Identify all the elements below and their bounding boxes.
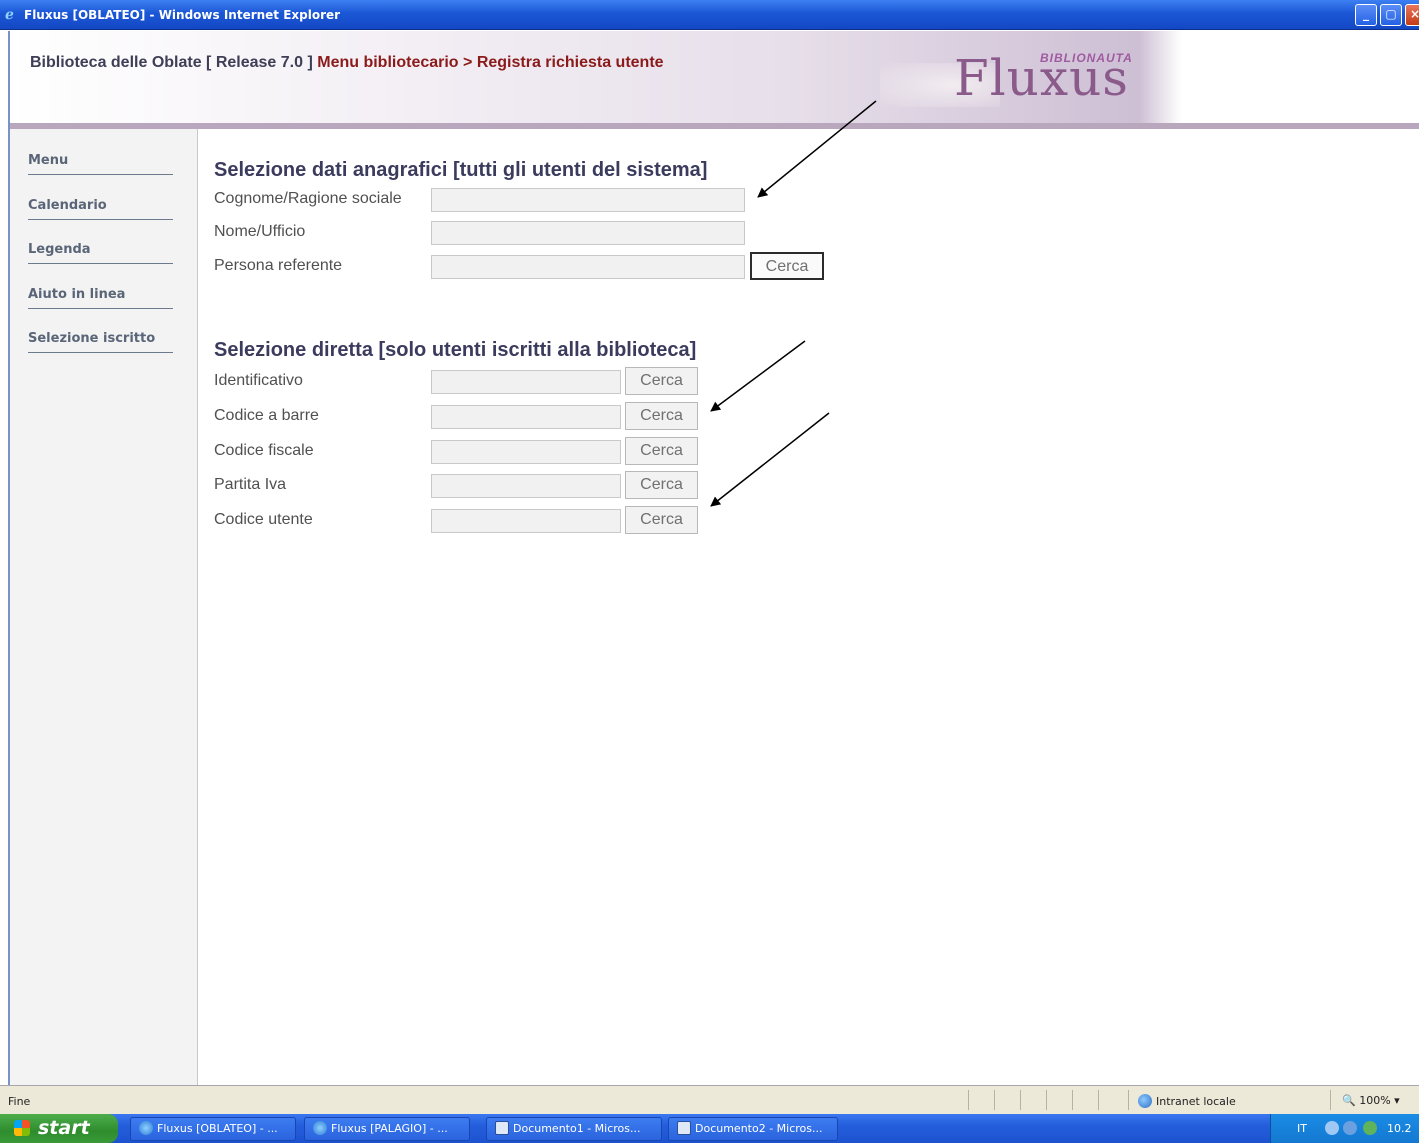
identificativo-input[interactable] — [431, 370, 621, 394]
status-separator — [994, 1090, 995, 1110]
cerca-partita-iva-button[interactable]: Cerca — [625, 471, 698, 499]
status-separator — [1072, 1090, 1073, 1110]
browser-viewport: Biblioteca delle Oblate [ Release 7.0 ] … — [8, 31, 1419, 1085]
security-zone[interactable]: Intranet locale — [1138, 1094, 1236, 1108]
cerca-anagrafica-button[interactable]: Cerca — [750, 252, 824, 280]
diretta-title: Selezione diretta [solo utenti iscritti … — [214, 339, 697, 361]
cerca-codice-fiscale-button[interactable]: Cerca — [625, 437, 698, 465]
windows-logo-icon — [14, 1120, 30, 1136]
sidebar-item-legenda[interactable]: Legenda — [28, 242, 173, 264]
word-icon — [495, 1121, 509, 1135]
clock: 10.2 — [1387, 1122, 1412, 1135]
codice-fiscale-input[interactable] — [431, 440, 621, 464]
sidebar: Menu Calendario Legenda Aiuto in linea S… — [10, 129, 198, 1085]
fluxus-logo: Fluxus BIBLIONAUTA — [880, 41, 1170, 119]
tray-app-icon[interactable] — [1363, 1121, 1377, 1135]
nome-label: Nome/Ufficio — [214, 223, 306, 240]
sidebar-item-aiuto[interactable]: Aiuto in linea — [28, 287, 173, 309]
logo-tagline: BIBLIONAUTA — [1040, 51, 1133, 65]
referente-input[interactable] — [431, 255, 745, 279]
sidebar-item-menu[interactable]: Menu — [28, 153, 173, 175]
taskbar-button-oblateo[interactable]: Fluxus [OBLATEO] - ... — [130, 1117, 296, 1141]
referente-label: Persona referente — [214, 257, 343, 274]
breadcrumb: Biblioteca delle Oblate [ Release 7.0 ] … — [30, 54, 664, 72]
minimize-button[interactable]: _ — [1355, 4, 1377, 26]
library-title: Biblioteca delle Oblate [ Release 7.0 ] — [30, 54, 313, 71]
partita-iva-input[interactable] — [431, 474, 621, 498]
chevron-down-icon: ▾ — [1394, 1094, 1400, 1107]
taskbar-button-palagio[interactable]: Fluxus [PALAGIO] - ... — [304, 1117, 470, 1141]
taskbar: start Fluxus [OBLATEO] - ... Fluxus [PAL… — [0, 1114, 1419, 1143]
codice-barre-label: Codice a barre — [214, 407, 319, 424]
system-tray: IT 10.2 — [1270, 1114, 1419, 1143]
ie-icon: ℯ — [5, 7, 14, 23]
magnifier-icon: 🔍 — [1342, 1094, 1356, 1107]
codice-barre-input[interactable] — [431, 405, 621, 429]
status-separator — [1046, 1090, 1047, 1110]
partita-iva-label: Partita Iva — [214, 476, 287, 493]
page-header: Biblioteca delle Oblate [ Release 7.0 ] … — [10, 31, 1419, 129]
cognome-input[interactable] — [431, 188, 745, 212]
cerca-codice-utente-button[interactable]: Cerca — [625, 506, 698, 534]
cognome-label: Cognome/Ragione sociale — [214, 190, 402, 207]
sidebar-item-calendario[interactable]: Calendario — [28, 198, 173, 220]
status-bar: Fine Intranet locale 🔍 100% ▾ — [0, 1085, 1419, 1114]
anagrafica-title: Selezione dati anagrafici [tutti gli ute… — [214, 159, 708, 181]
restore-button[interactable]: ▢ — [1380, 4, 1402, 26]
main-content: Selezione dati anagrafici [tutti gli ute… — [198, 129, 1419, 1085]
codice-fiscale-label: Codice fiscale — [214, 442, 314, 459]
status-separator — [1020, 1090, 1021, 1110]
close-button[interactable]: × — [1405, 4, 1419, 26]
sidebar-item-selezione-iscritto[interactable]: Selezione iscritto — [28, 331, 173, 353]
taskbar-button-documento2[interactable]: Documento2 - Micros... — [668, 1117, 838, 1141]
intranet-globe-icon — [1138, 1094, 1152, 1108]
word-icon — [677, 1121, 691, 1135]
taskbar-button-documento1[interactable]: Documento1 - Micros... — [486, 1117, 662, 1141]
status-separator — [1330, 1090, 1331, 1110]
start-button[interactable]: start — [0, 1114, 118, 1143]
menu-path: Menu bibliotecario > Registra richiesta … — [317, 54, 664, 71]
codice-utente-input[interactable] — [431, 509, 621, 533]
codice-utente-label: Codice utente — [214, 511, 313, 528]
ie-icon — [313, 1121, 327, 1135]
identificativo-label: Identificativo — [214, 372, 303, 389]
zoom-control[interactable]: 🔍 100% ▾ — [1342, 1094, 1400, 1107]
language-indicator[interactable]: IT — [1297, 1122, 1307, 1135]
cerca-codice-barre-button[interactable]: Cerca — [625, 402, 698, 430]
status-separator — [1128, 1090, 1129, 1110]
tray-arrow-icon[interactable] — [1325, 1121, 1339, 1135]
status-text: Fine — [8, 1095, 31, 1108]
network-icon[interactable] — [1343, 1121, 1357, 1135]
nome-input[interactable] — [431, 221, 745, 245]
status-separator — [1098, 1090, 1099, 1110]
window-title: Fluxus [OBLATEO] - Windows Internet Expl… — [24, 8, 341, 22]
status-separator — [968, 1090, 969, 1110]
ie-icon — [139, 1121, 153, 1135]
window-title-bar[interactable]: ℯ Fluxus [OBLATEO] - Windows Internet Ex… — [0, 0, 1419, 30]
cerca-identificativo-button[interactable]: Cerca — [625, 367, 698, 395]
